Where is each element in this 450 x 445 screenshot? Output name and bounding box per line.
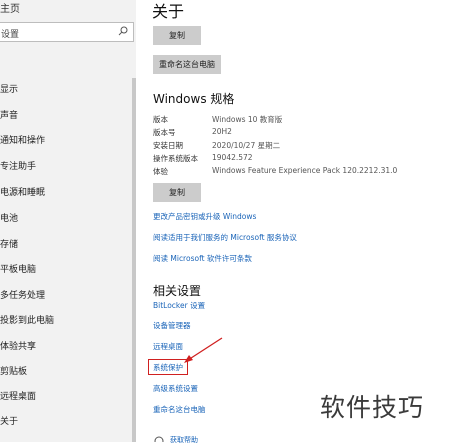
sidebar: 主页 设置 显示 声音 通知和操作 专注助手 电源和睡眠 电池 存储 平板电脑 …: [0, 0, 136, 442]
sidebar-item-shared-experiences[interactable]: 体验共享: [0, 339, 36, 352]
sidebar-item-clipboard[interactable]: 剪贴板: [0, 364, 27, 377]
device-manager-link[interactable]: 设备管理器: [153, 320, 191, 331]
change-product-key-link[interactable]: 更改产品密钥或升级 Windows: [153, 211, 256, 222]
spec-key-experience: 体验: [153, 167, 168, 176]
sidebar-item-tablet[interactable]: 平板电脑: [0, 262, 36, 275]
license-terms-link[interactable]: 阅读 Microsoft 软件许可条款: [153, 253, 252, 264]
sidebar-item-storage[interactable]: 存储: [0, 237, 18, 250]
search-icon: [118, 26, 128, 36]
watermark-text: 软件技巧: [320, 393, 425, 422]
spec-key-os-build: 操作系统版本: [153, 154, 198, 163]
copy-device-spec-button[interactable]: 复制: [153, 26, 201, 45]
sidebar-item-focus-assist[interactable]: 专注助手: [0, 159, 36, 172]
sidebar-home[interactable]: 主页: [0, 0, 20, 15]
sidebar-item-battery[interactable]: 电池: [0, 211, 18, 224]
spec-key-install-date: 安装日期: [153, 141, 183, 150]
search-placeholder: 设置: [1, 30, 20, 40]
spec-value-version: 20H2: [212, 127, 232, 136]
spec-key-version: 版本号: [153, 128, 176, 137]
sidebar-item-sound[interactable]: 声音: [0, 108, 18, 121]
bitlocker-settings-link[interactable]: BitLocker 设置: [153, 300, 205, 311]
settings-search-box[interactable]: 设置: [0, 22, 134, 42]
sidebar-item-display[interactable]: 显示: [0, 82, 18, 95]
rename-pc-button[interactable]: 重命名这台电脑: [153, 55, 221, 74]
spec-key-edition: 版本: [153, 115, 168, 124]
windows-spec-heading: Windows 规格: [153, 92, 235, 106]
sidebar-item-notifications[interactable]: 通知和操作: [0, 133, 45, 146]
sidebar-item-multitasking[interactable]: 多任务处理: [0, 288, 45, 301]
remote-desktop-link[interactable]: 远程桌面: [153, 341, 183, 352]
spec-value-experience: Windows Feature Experience Pack 120.2212…: [212, 166, 398, 175]
get-help-link[interactable]: 获取帮助: [170, 435, 198, 445]
sidebar-item-remote-desktop[interactable]: 远程桌面: [0, 389, 36, 402]
spec-value-edition: Windows 10 教育版: [212, 115, 283, 124]
sidebar-item-projecting[interactable]: 投影到此电脑: [0, 313, 54, 326]
sidebar-item-about[interactable]: 关于: [0, 414, 18, 427]
main-content: 关于 复制 重命名这台电脑 Windows 规格 版本 Windows 10 教…: [136, 0, 450, 442]
spec-value-install-date: 2020/10/27 星期二: [212, 141, 281, 150]
services-agreement-link[interactable]: 阅读适用于我们服务的 Microsoft 服务协议: [153, 232, 297, 243]
spec-value-os-build: 19042.572: [212, 153, 253, 162]
copy-windows-spec-button[interactable]: 复制: [153, 183, 201, 202]
advanced-system-settings-link[interactable]: 高级系统设置: [153, 383, 198, 394]
rename-pc-link[interactable]: 重命名这台电脑: [153, 404, 206, 415]
help-icon: [154, 436, 164, 442]
sidebar-item-power-sleep[interactable]: 电源和睡眠: [0, 185, 45, 198]
related-settings-heading: 相关设置: [153, 284, 202, 298]
page-title: 关于: [152, 2, 185, 21]
red-arrow-icon: [184, 337, 223, 363]
